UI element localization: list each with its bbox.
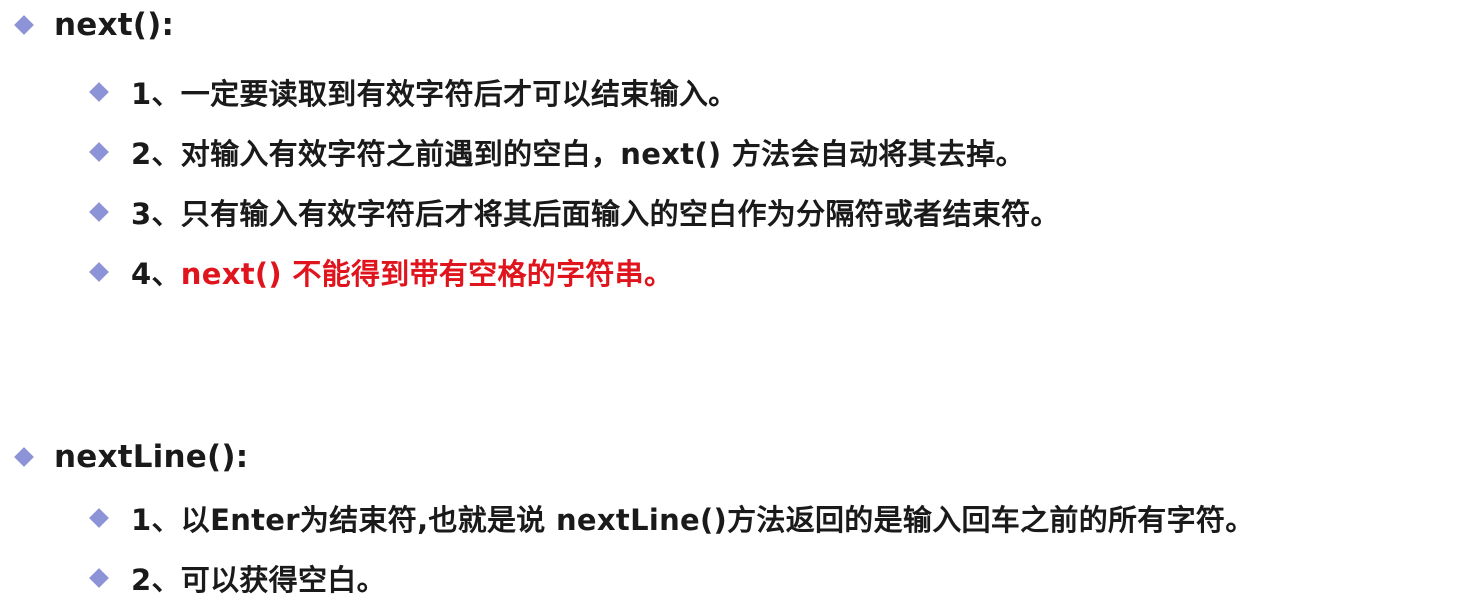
item-number: 1、 xyxy=(131,77,181,111)
item-text: 1、以Enter为结束符,也就是说 nextLine()方法返回的是输入回车之前… xyxy=(131,497,1255,539)
diamond-bullet-icon xyxy=(89,82,109,102)
item-number: 2、 xyxy=(131,137,181,171)
diamond-bullet-icon xyxy=(89,202,109,222)
list-item: 4、next() 不能得到带有空格的字符串。 xyxy=(89,248,673,296)
item-body: 只有输入有效字符后才将其后面输入的空白作为分隔符或者结束符。 xyxy=(180,197,1060,231)
list-item: 2、对输入有效字符之前遇到的空白，next() 方法会自动将其去掉。 xyxy=(89,128,1025,176)
list-item: 1、一定要读取到有效字符后才可以结束输入。 xyxy=(89,68,737,116)
diamond-bullet-icon xyxy=(89,142,109,162)
item-text: 3、只有输入有效字符后才将其后面输入的空白作为分隔符或者结束符。 xyxy=(131,191,1060,233)
diamond-bullet-icon xyxy=(89,508,109,528)
item-body-highlight: next() 不能得到带有空格的字符串。 xyxy=(180,257,674,291)
section-heading-nextline: nextLine(): xyxy=(14,432,248,482)
item-body: 对输入有效字符之前遇到的空白，next() 方法会自动将其去掉。 xyxy=(180,137,1025,171)
diamond-bullet-icon xyxy=(89,568,109,588)
item-text: 2、可以获得空白。 xyxy=(131,557,386,599)
item-body: 可以获得空白。 xyxy=(180,563,386,597)
item-body: 一定要读取到有效字符后才可以结束输入。 xyxy=(180,77,738,111)
heading-text: nextLine(): xyxy=(54,439,249,475)
section-heading-next: next(): xyxy=(14,0,174,50)
item-number: 3、 xyxy=(131,197,181,231)
item-text: 1、一定要读取到有效字符后才可以结束输入。 xyxy=(131,71,737,113)
item-text: 2、对输入有效字符之前遇到的空白，next() 方法会自动将其去掉。 xyxy=(131,131,1025,173)
diamond-bullet-icon xyxy=(89,262,109,282)
list-item: 1、以Enter为结束符,也就是说 nextLine()方法返回的是输入回车之前… xyxy=(89,494,1255,542)
item-body: 以Enter为结束符,也就是说 nextLine()方法返回的是输入回车之前的所… xyxy=(180,503,1255,537)
item-number: 1、 xyxy=(131,503,181,537)
item-text: 4、next() 不能得到带有空格的字符串。 xyxy=(131,251,673,293)
heading-text: next(): xyxy=(54,7,175,43)
diamond-bullet-icon xyxy=(14,447,34,467)
item-number: 2、 xyxy=(131,563,181,597)
diamond-bullet-icon xyxy=(14,15,34,35)
list-item: 2、可以获得空白。 xyxy=(89,554,386,602)
list-item: 3、只有输入有效字符后才将其后面输入的空白作为分隔符或者结束符。 xyxy=(89,188,1060,236)
item-number: 4、 xyxy=(131,257,181,291)
